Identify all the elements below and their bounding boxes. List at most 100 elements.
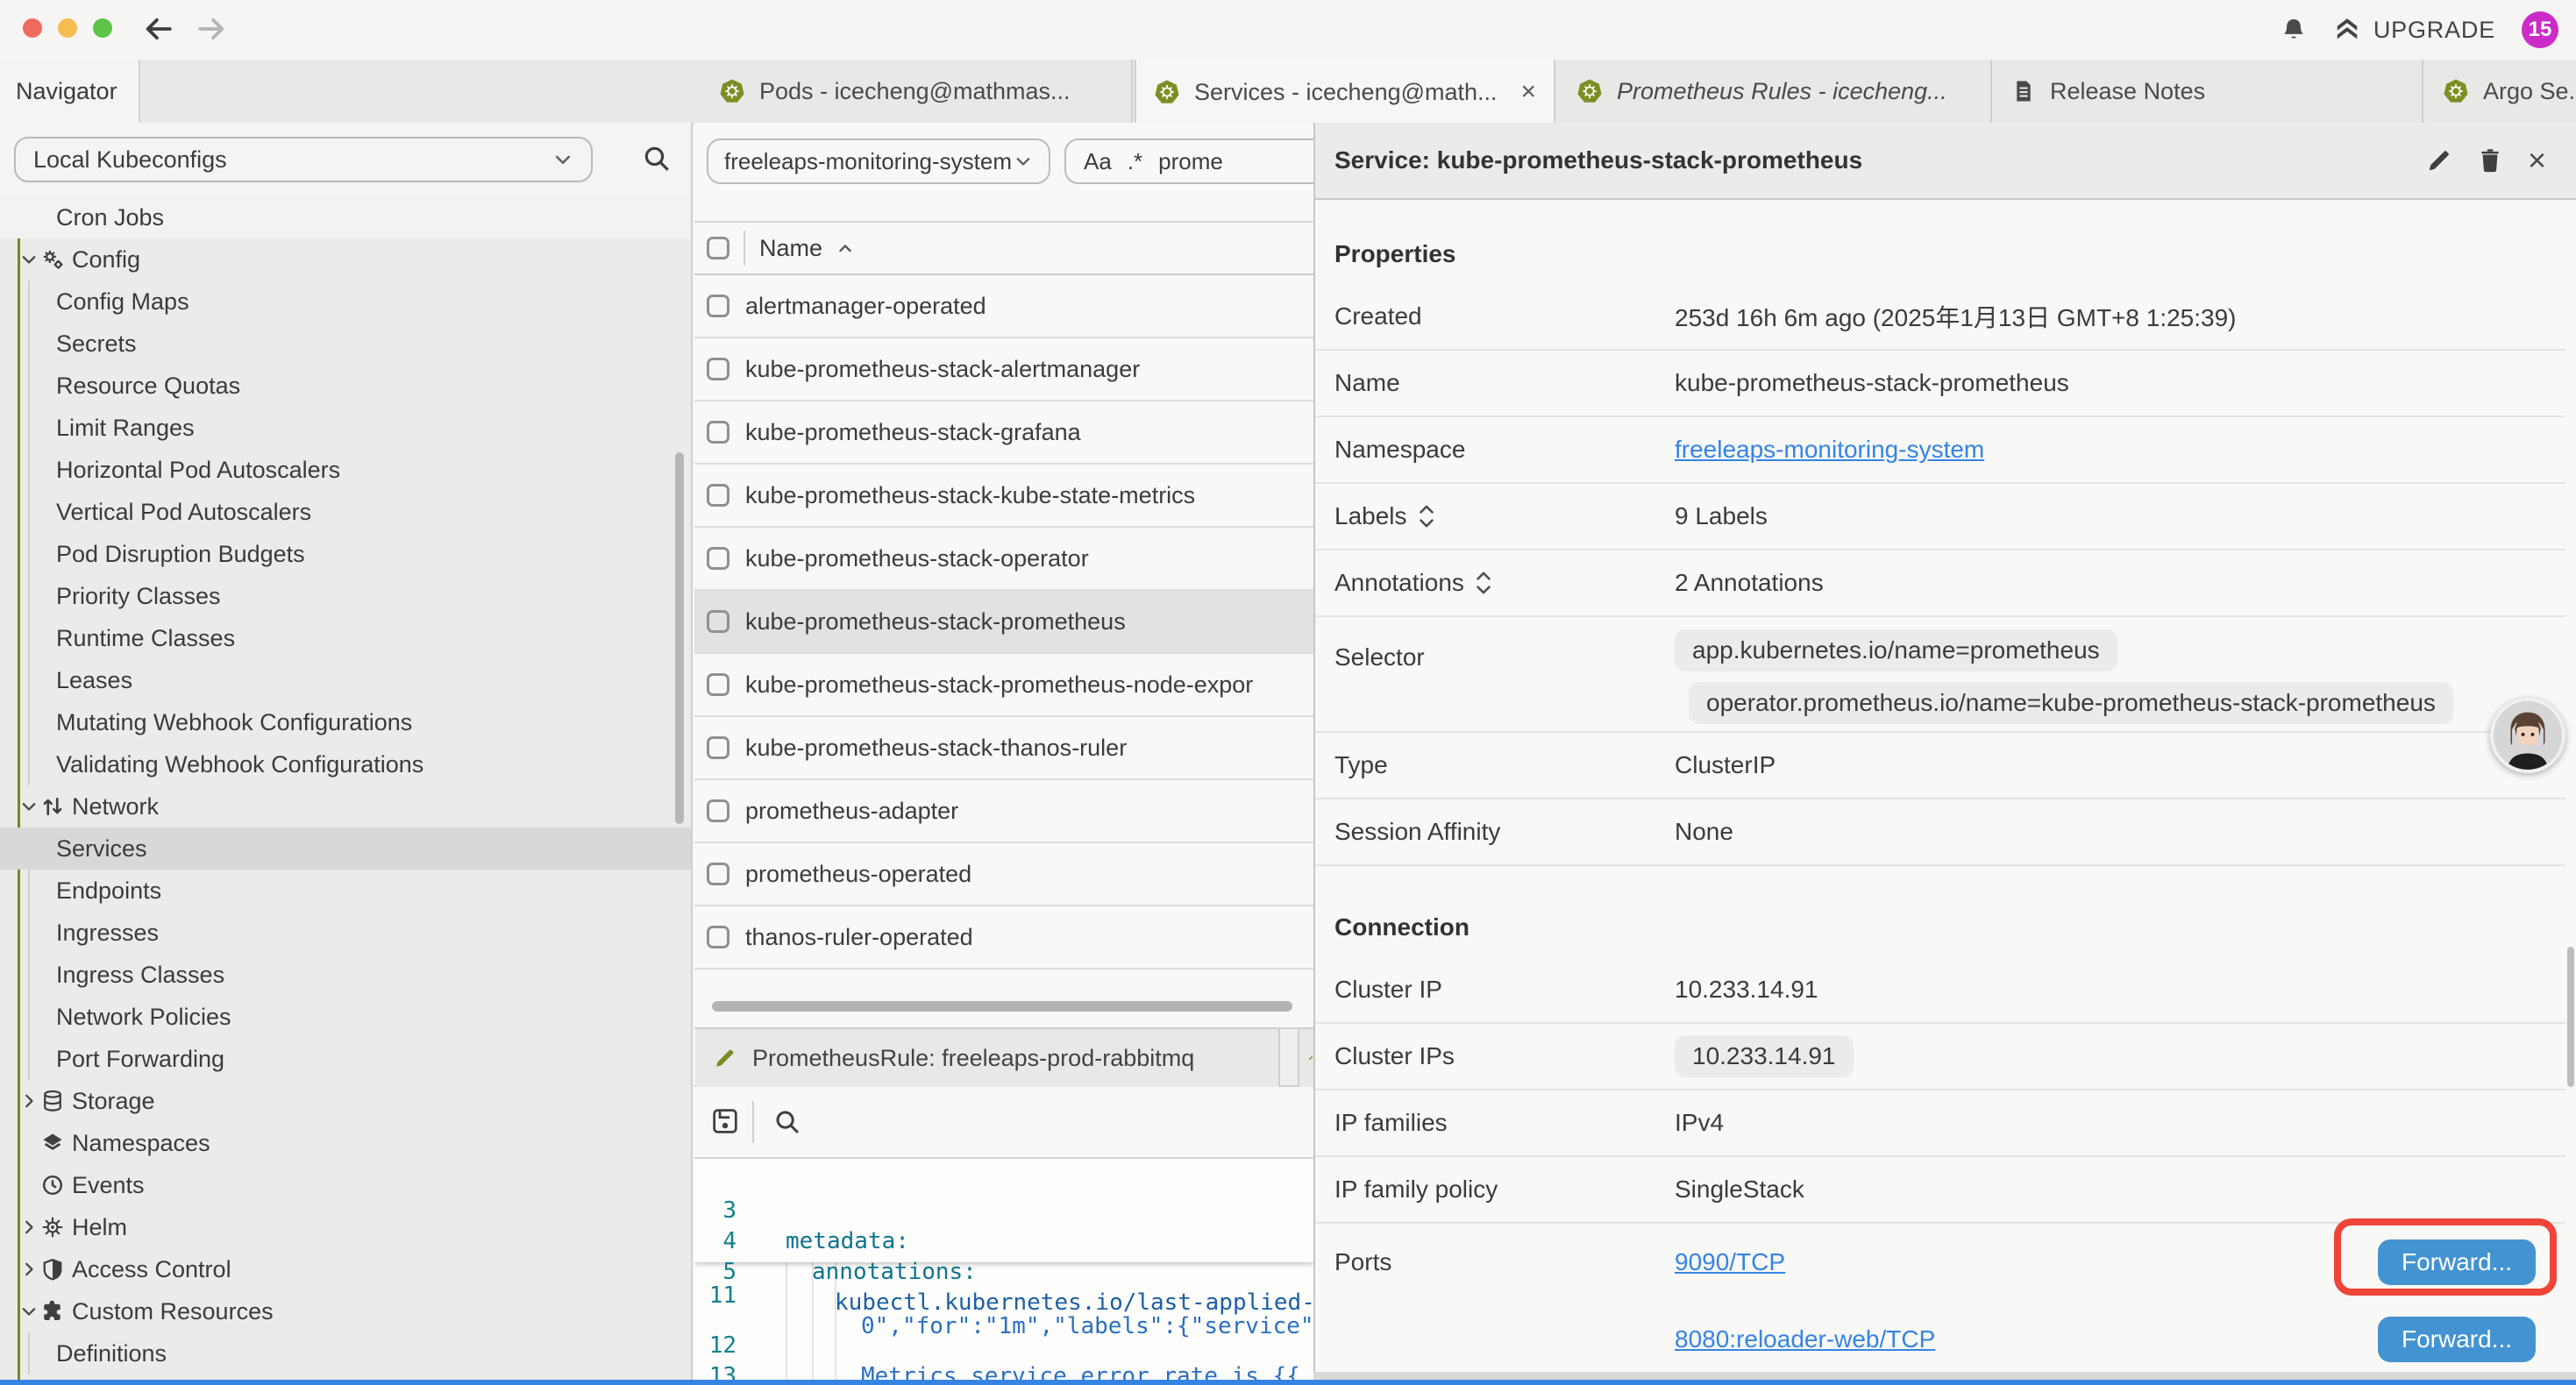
row-checkbox[interactable]	[707, 799, 729, 822]
navigator-panel-tab[interactable]: Navigator	[0, 60, 140, 123]
delete-trash-icon[interactable]	[2477, 147, 2503, 174]
expand-collapse-icon[interactable]	[1475, 572, 1492, 594]
tab-services[interactable]: Services - icecheng@math... ×	[1135, 60, 1555, 124]
sidebar-scrollbar[interactable]	[675, 452, 684, 824]
sidebar-item[interactable]: Definitions	[0, 1332, 691, 1374]
save-icon[interactable]	[710, 1106, 740, 1136]
tab-release-notes[interactable]: Release Notes	[1994, 60, 2423, 123]
close-window-button[interactable]	[23, 18, 42, 38]
yaml-editor[interactable]: 11 0","for":"1m","labels":{"service":" 3…	[694, 1157, 1313, 1380]
row-checkbox[interactable]	[707, 295, 729, 317]
sidebar-item[interactable]: Network	[0, 785, 691, 827]
sidebar-item[interactable]: Custom Resources	[0, 1290, 691, 1332]
table-row[interactable]: kube-prometheus-stack-thanos-ruler	[694, 717, 1313, 780]
row-checkbox[interactable]	[707, 673, 729, 696]
namespace-link[interactable]: freeleaps-monitoring-system	[1675, 436, 1984, 464]
forward-arrow-icon[interactable]	[196, 14, 226, 44]
row-checkbox[interactable]	[707, 926, 729, 948]
table-row[interactable]: kube-prometheus-stack-prometheus-node-ex…	[694, 654, 1313, 717]
port-link[interactable]: 8080:reloader-web/TCP	[1675, 1325, 1935, 1353]
edit-pencil-icon[interactable]	[2426, 147, 2452, 174]
sidebar-item[interactable]: Helm	[0, 1206, 691, 1248]
match-case-toggle[interactable]: Aa	[1084, 148, 1112, 175]
maximize-window-button[interactable]	[93, 18, 112, 38]
detail-scrollbar[interactable]	[2567, 947, 2574, 1087]
tree-chevron-icon[interactable]	[19, 1302, 39, 1321]
sidebar-item[interactable]: Config	[0, 238, 691, 281]
horizontal-scrollbar[interactable]	[712, 1001, 1292, 1012]
sidebar-item[interactable]: Limit Ranges	[0, 407, 691, 449]
row-checkbox[interactable]	[707, 484, 729, 507]
select-all-checkbox[interactable]	[707, 237, 729, 259]
row-checkbox[interactable]	[707, 610, 729, 633]
table-row[interactable]: prometheus-operated	[694, 843, 1313, 906]
row-checkbox[interactable]	[707, 421, 729, 444]
sidebar-item[interactable]: Cron Jobs	[0, 196, 691, 238]
tab-pods[interactable]: Pods - icecheng@mathmas...	[701, 60, 1133, 123]
sidebar-item[interactable]: Access Control	[0, 1248, 691, 1290]
avatar[interactable]	[2490, 698, 2565, 773]
back-arrow-icon[interactable]	[144, 14, 174, 44]
tree-chevron-icon[interactable]	[19, 797, 39, 816]
table-row[interactable]: thanos-ruler-operated	[694, 906, 1313, 970]
sidebar-item[interactable]: Resource Quotas	[0, 365, 691, 407]
sort-ascending-icon[interactable]	[836, 239, 854, 257]
upgrade-button[interactable]: UPGRADE	[2333, 17, 2495, 44]
sidebar-search-icon[interactable]	[642, 144, 672, 174]
sidebar-item[interactable]: Ingress Classes	[0, 954, 691, 996]
sidebar-item[interactable]: Pod Disruption Budgets	[0, 533, 691, 575]
editor-search-icon[interactable]	[773, 1108, 801, 1136]
forward-port-button[interactable]: Forward...	[2378, 1317, 2536, 1362]
notifications-bell-icon[interactable]	[2281, 16, 2307, 44]
sidebar-item[interactable]: Mutating Webhook Configurations	[0, 701, 691, 743]
sidebar-item[interactable]: Events	[0, 1164, 691, 1206]
editor-tab-partial[interactable]	[1298, 1029, 1313, 1087]
minimize-window-button[interactable]	[58, 18, 77, 38]
row-checkbox[interactable]	[707, 863, 729, 885]
tree-chevron-icon[interactable]	[19, 1091, 39, 1111]
close-panel-icon[interactable]: ×	[2528, 145, 2546, 176]
tree-chevron-icon[interactable]	[19, 1218, 39, 1237]
kubeconfig-selector[interactable]: Local Kubeconfigs	[14, 137, 593, 182]
tree-chevron-icon[interactable]	[19, 1260, 39, 1279]
tree-chevron-icon[interactable]	[19, 250, 39, 269]
prometheusrule-editor-tab[interactable]: PrometheusRule: freeleaps-prod-rabbitmq	[696, 1029, 1280, 1087]
property-value[interactable]: 9 Labels	[1675, 502, 1768, 530]
sidebar-item[interactable]: Services	[0, 827, 691, 870]
table-row[interactable]: kube-prometheus-stack-prometheus	[694, 591, 1313, 654]
row-checkbox[interactable]	[707, 736, 729, 759]
sidebar-item[interactable]: Horizontal Pod Autoscalers	[0, 449, 691, 491]
namespace-selector[interactable]: freeleaps-monitoring-system	[707, 138, 1050, 184]
update-count-badge[interactable]: 15	[2522, 11, 2558, 48]
tab-argo[interactable]: Argo Se...	[2425, 60, 2576, 123]
property-value[interactable]: 2 Annotations	[1675, 569, 1824, 597]
sidebar-item[interactable]: Validating Webhook Configurations	[0, 743, 691, 785]
sidebar-item[interactable]: Storage	[0, 1080, 691, 1122]
sidebar-item[interactable]: Ingresses	[0, 912, 691, 954]
table-row[interactable]: kube-prometheus-stack-grafana	[694, 401, 1313, 465]
sidebar-item[interactable]: Network Policies	[0, 996, 691, 1038]
sidebar-item[interactable]: Vertical Pod Autoscalers	[0, 491, 691, 533]
regex-toggle[interactable]: .*	[1128, 148, 1142, 175]
table-row[interactable]: alertmanager-operated	[694, 275, 1313, 338]
row-checkbox[interactable]	[707, 547, 729, 570]
table-row[interactable]: kube-prometheus-stack-kube-state-metrics	[694, 465, 1313, 528]
sidebar-item[interactable]: Endpoints	[0, 870, 691, 912]
table-row[interactable]: prometheus-adapter	[694, 780, 1313, 843]
row-checkbox[interactable]	[707, 358, 729, 380]
close-tab-icon[interactable]: ×	[1520, 79, 1536, 105]
sidebar-item[interactable]: Namespaces	[0, 1122, 691, 1164]
panel-bottom-scrollbar-track[interactable]	[1313, 1372, 2576, 1380]
sidebar-item[interactable]: Priority Classes	[0, 575, 691, 617]
filter-search-input[interactable]: Aa .* prome	[1064, 138, 1313, 184]
tab-prometheus-rules[interactable]: Prometheus Rules - icecheng...	[1559, 60, 1992, 123]
sidebar-item[interactable]: Port Forwarding	[0, 1038, 691, 1080]
expand-collapse-icon[interactable]	[1418, 505, 1435, 528]
sidebar-item[interactable]: Config Maps	[0, 281, 691, 323]
sidebar-item[interactable]: Runtime Classes	[0, 617, 691, 659]
port-link[interactable]: 9090/TCP	[1675, 1248, 1785, 1276]
sidebar-item[interactable]: Secrets	[0, 323, 691, 365]
sidebar-item[interactable]: Leases	[0, 659, 691, 701]
name-column-header[interactable]: Name	[759, 235, 822, 262]
table-row[interactable]: kube-prometheus-stack-alertmanager	[694, 338, 1313, 401]
